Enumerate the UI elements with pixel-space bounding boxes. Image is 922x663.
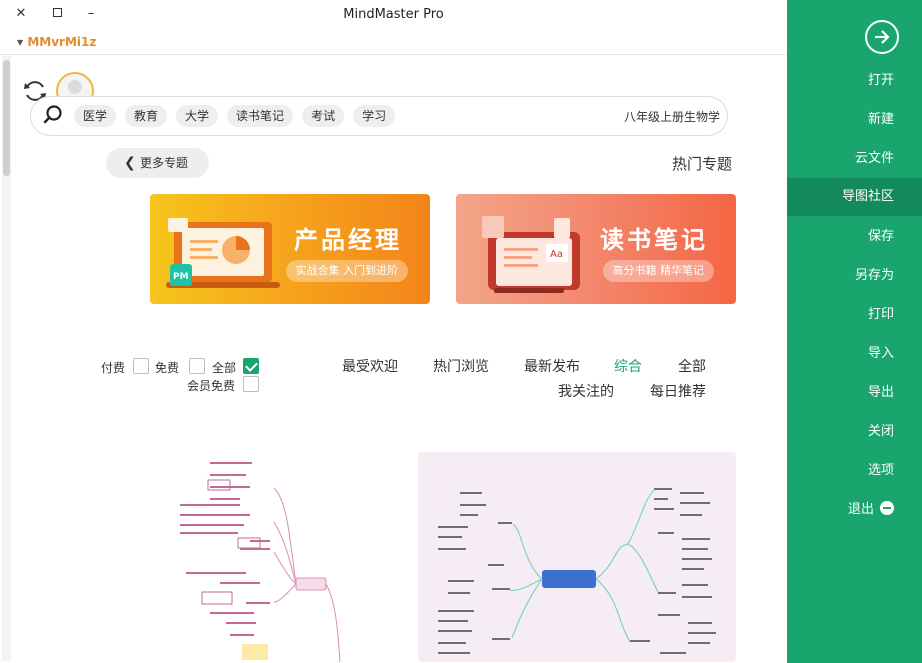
exit-icon	[880, 501, 894, 515]
sidebar-item-print[interactable]: 打印	[787, 296, 922, 334]
search-tag[interactable]: 大学	[176, 105, 219, 127]
caret-down-icon: ▼	[17, 38, 24, 47]
banner-reading-notes[interactable]: Aa 读书笔记 高分书籍 精华笔记	[456, 194, 736, 304]
checkbox-member-free[interactable]	[243, 376, 259, 392]
search-tag[interactable]: 学习	[353, 105, 396, 127]
user-account-menu[interactable]: ▼ MMvrMi1z	[14, 35, 96, 49]
banner-subtitle: 高分书籍 精华笔记	[602, 260, 714, 282]
filter-tab-all[interactable]: 全部	[678, 356, 706, 376]
chevron-left-icon: ❮	[124, 155, 136, 171]
close-button[interactable]: ✕	[10, 4, 32, 24]
search-tag[interactable]: 教育	[125, 105, 168, 127]
banner-title: 产品经理	[294, 226, 402, 254]
sidebar-item-close[interactable]: 关闭	[787, 413, 922, 451]
checkbox-free-label: 免费	[155, 361, 180, 375]
arrow-right-icon	[875, 30, 890, 44]
checkbox-all-label: 全部	[212, 361, 237, 375]
title-bar: MindMaster Pro – ✕	[0, 0, 787, 30]
svg-text:Aa: Aa	[550, 249, 563, 260]
more-topics-button[interactable]: ❮ 更多专题	[106, 148, 209, 178]
mindmap-thumbnail	[180, 462, 341, 662]
maximize-button[interactable]	[46, 4, 68, 24]
checkbox-all[interactable]	[243, 358, 259, 374]
mindmap-card[interactable]	[418, 452, 736, 662]
sidebar-item-import[interactable]: 导入	[787, 335, 922, 373]
svg-text:PM: PM	[173, 272, 189, 282]
maximize-icon	[52, 8, 62, 17]
filter-tab-following[interactable]: 我关注的	[558, 381, 614, 401]
search-tag-list: 学习 考试 读书笔记 大学 教育 医学	[74, 105, 396, 127]
checkbox-member-free-label: 会员免费	[187, 379, 236, 393]
sidebar-item-exit-label: 退出	[847, 502, 874, 517]
search-tag[interactable]: 考试	[302, 105, 345, 127]
scrollbar-thumb[interactable]	[3, 60, 10, 176]
sidebar-item-options[interactable]: 选项	[787, 452, 922, 490]
sidebar-item-community[interactable]: 导图社区	[787, 178, 922, 216]
laptop-illustration-icon: PM	[166, 218, 280, 288]
window-title: MindMaster Pro	[343, 7, 444, 22]
checkbox-paid[interactable]	[133, 358, 149, 374]
banner-subtitle: 实战合集 入门到进阶	[285, 260, 408, 282]
user-name: MMvrMi1z	[27, 35, 97, 49]
filter-tab-popular[interactable]: 最受欢迎	[342, 356, 398, 376]
filter-tab-latest[interactable]: 最新发布	[524, 356, 580, 376]
divider	[0, 54, 787, 55]
banner-title: 读书笔记	[600, 226, 708, 254]
back-button[interactable]	[865, 20, 899, 54]
sidebar-item-export[interactable]: 导出	[787, 374, 922, 412]
sidebar-item-save[interactable]: 保存	[787, 218, 922, 256]
banner-product-manager[interactable]: PM 产品经理 实战合集 入门到进阶	[150, 194, 430, 304]
more-topics-label: 更多专题	[140, 156, 189, 170]
search-tag[interactable]: 读书笔记	[227, 105, 294, 127]
sidebar-item-exit[interactable]: 退出	[787, 491, 922, 529]
checkbox-paid-label: 付费	[101, 361, 126, 375]
sidebar-item-cloud[interactable]: 云文件	[787, 140, 922, 178]
sidebar-item-save-as[interactable]: 另存为	[787, 257, 922, 295]
notebook-illustration-icon: Aa	[482, 216, 580, 293]
search-tag[interactable]: 医学	[74, 105, 117, 127]
search-input[interactable]: 八年级上册生物学	[624, 108, 720, 125]
filter-tab-general[interactable]: 综合	[614, 356, 642, 376]
checkbox-free[interactable]	[189, 358, 205, 374]
filter-tab-daily[interactable]: 每日推荐	[650, 381, 706, 401]
search-icon[interactable]	[42, 104, 64, 126]
sidebar-item-new[interactable]: 新建	[787, 101, 922, 139]
filter-tab-hot[interactable]: 热门浏览	[433, 356, 489, 376]
section-title: 热门专题	[672, 155, 733, 173]
mindmap-thumbnail	[438, 488, 716, 654]
minimize-button[interactable]: –	[80, 4, 102, 24]
mindmap-card[interactable]	[150, 452, 390, 662]
sidebar-item-open[interactable]: 打开	[787, 62, 922, 100]
